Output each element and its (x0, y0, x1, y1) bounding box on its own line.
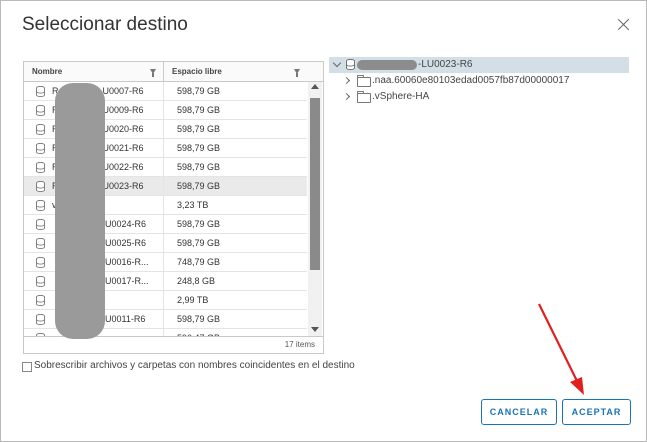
grid-header: Nombre Espacio libre (24, 62, 323, 82)
datastore-free-space: 598,79 GB (177, 162, 221, 172)
datastore-icon (36, 295, 45, 306)
datastore-icon (36, 200, 45, 211)
cancel-button[interactable]: CANCELAR (481, 399, 557, 425)
tree-node-label: .naa.60060e80103edad0057fb87d00000017 (372, 75, 570, 86)
datastore-free-space: 3,23 TB (177, 200, 209, 210)
datastore-icon (36, 238, 45, 249)
scroll-up-icon[interactable] (311, 84, 319, 89)
chevron-right-icon[interactable] (342, 92, 351, 101)
datastore-icon (36, 314, 45, 325)
overwrite-checkbox[interactable] (22, 362, 32, 372)
datastore-icon (36, 143, 45, 154)
tree-node-vsphere-ha[interactable]: .vSphere-HA (329, 89, 629, 105)
overwrite-label: Sobrescribir archivos y carpetas con nom… (34, 360, 355, 371)
filter-name-icon[interactable] (150, 69, 156, 77)
item-count: 17 items (284, 340, 315, 349)
tree-root-node[interactable]: -LU0023-R6 (329, 57, 629, 73)
tree-node-label: .vSphere-HA (372, 91, 430, 102)
select-destination-dialog: Seleccionar destino Nombre Espacio libre… (0, 0, 647, 442)
chevron-down-icon[interactable] (332, 58, 342, 68)
datastore-free-space: 598,79 GB (177, 86, 221, 96)
datastore-free-space: 248,8 GB (177, 276, 216, 286)
datastore-free-space: 598,79 GB (177, 143, 221, 153)
datastore-icon (36, 219, 45, 230)
datastore-icon (36, 276, 45, 287)
datastore-icon (36, 86, 45, 97)
datastore-free-space: 598,79 GB (177, 181, 221, 191)
tree-node-naa[interactable]: .naa.60060e80103edad0057fb87d00000017 (329, 73, 629, 89)
scrollbar-thumb[interactable] (310, 98, 320, 270)
datastore-icon (36, 124, 45, 135)
close-icon[interactable] (616, 17, 632, 33)
redacted-region (357, 60, 417, 70)
datastore-free-space: 598,79 GB (177, 105, 221, 115)
filter-free-space-icon[interactable] (294, 69, 300, 77)
datastore-free-space: 2,99 TB (177, 295, 209, 305)
scroll-down-icon[interactable] (311, 327, 319, 332)
datastore-free-space: 598,79 GB (177, 238, 221, 248)
datastore-free-space: 598,79 GB (177, 124, 221, 134)
chevron-right-icon[interactable] (342, 76, 351, 85)
dialog-title: Seleccionar destino (22, 14, 188, 35)
folder-icon (357, 91, 371, 103)
redacted-region (55, 83, 105, 339)
accept-button[interactable]: ACEPTAR (562, 399, 631, 425)
datastore-icon (36, 105, 45, 116)
grid-scrollbar[interactable] (308, 82, 322, 336)
column-header-free-space[interactable]: Espacio libre (172, 62, 292, 81)
folder-tree: -LU0023-R6 .naa.60060e80103edad0057fb87d… (329, 57, 629, 117)
datastore-icon (36, 162, 45, 173)
datastore-free-space: 748,79 GB (177, 257, 221, 267)
datastore-icon (36, 181, 45, 192)
datastore-icon (36, 257, 45, 268)
datastore-free-space: 598,79 GB (177, 314, 221, 324)
folder-icon (357, 75, 371, 87)
datastore-free-space: 596,47 GB (177, 329, 220, 336)
datastore-icon (346, 59, 355, 70)
datastore-free-space: 598,79 GB (177, 219, 221, 229)
column-header-name[interactable]: Nombre (32, 62, 162, 81)
tree-root-label: -LU0023-R6 (418, 59, 473, 70)
